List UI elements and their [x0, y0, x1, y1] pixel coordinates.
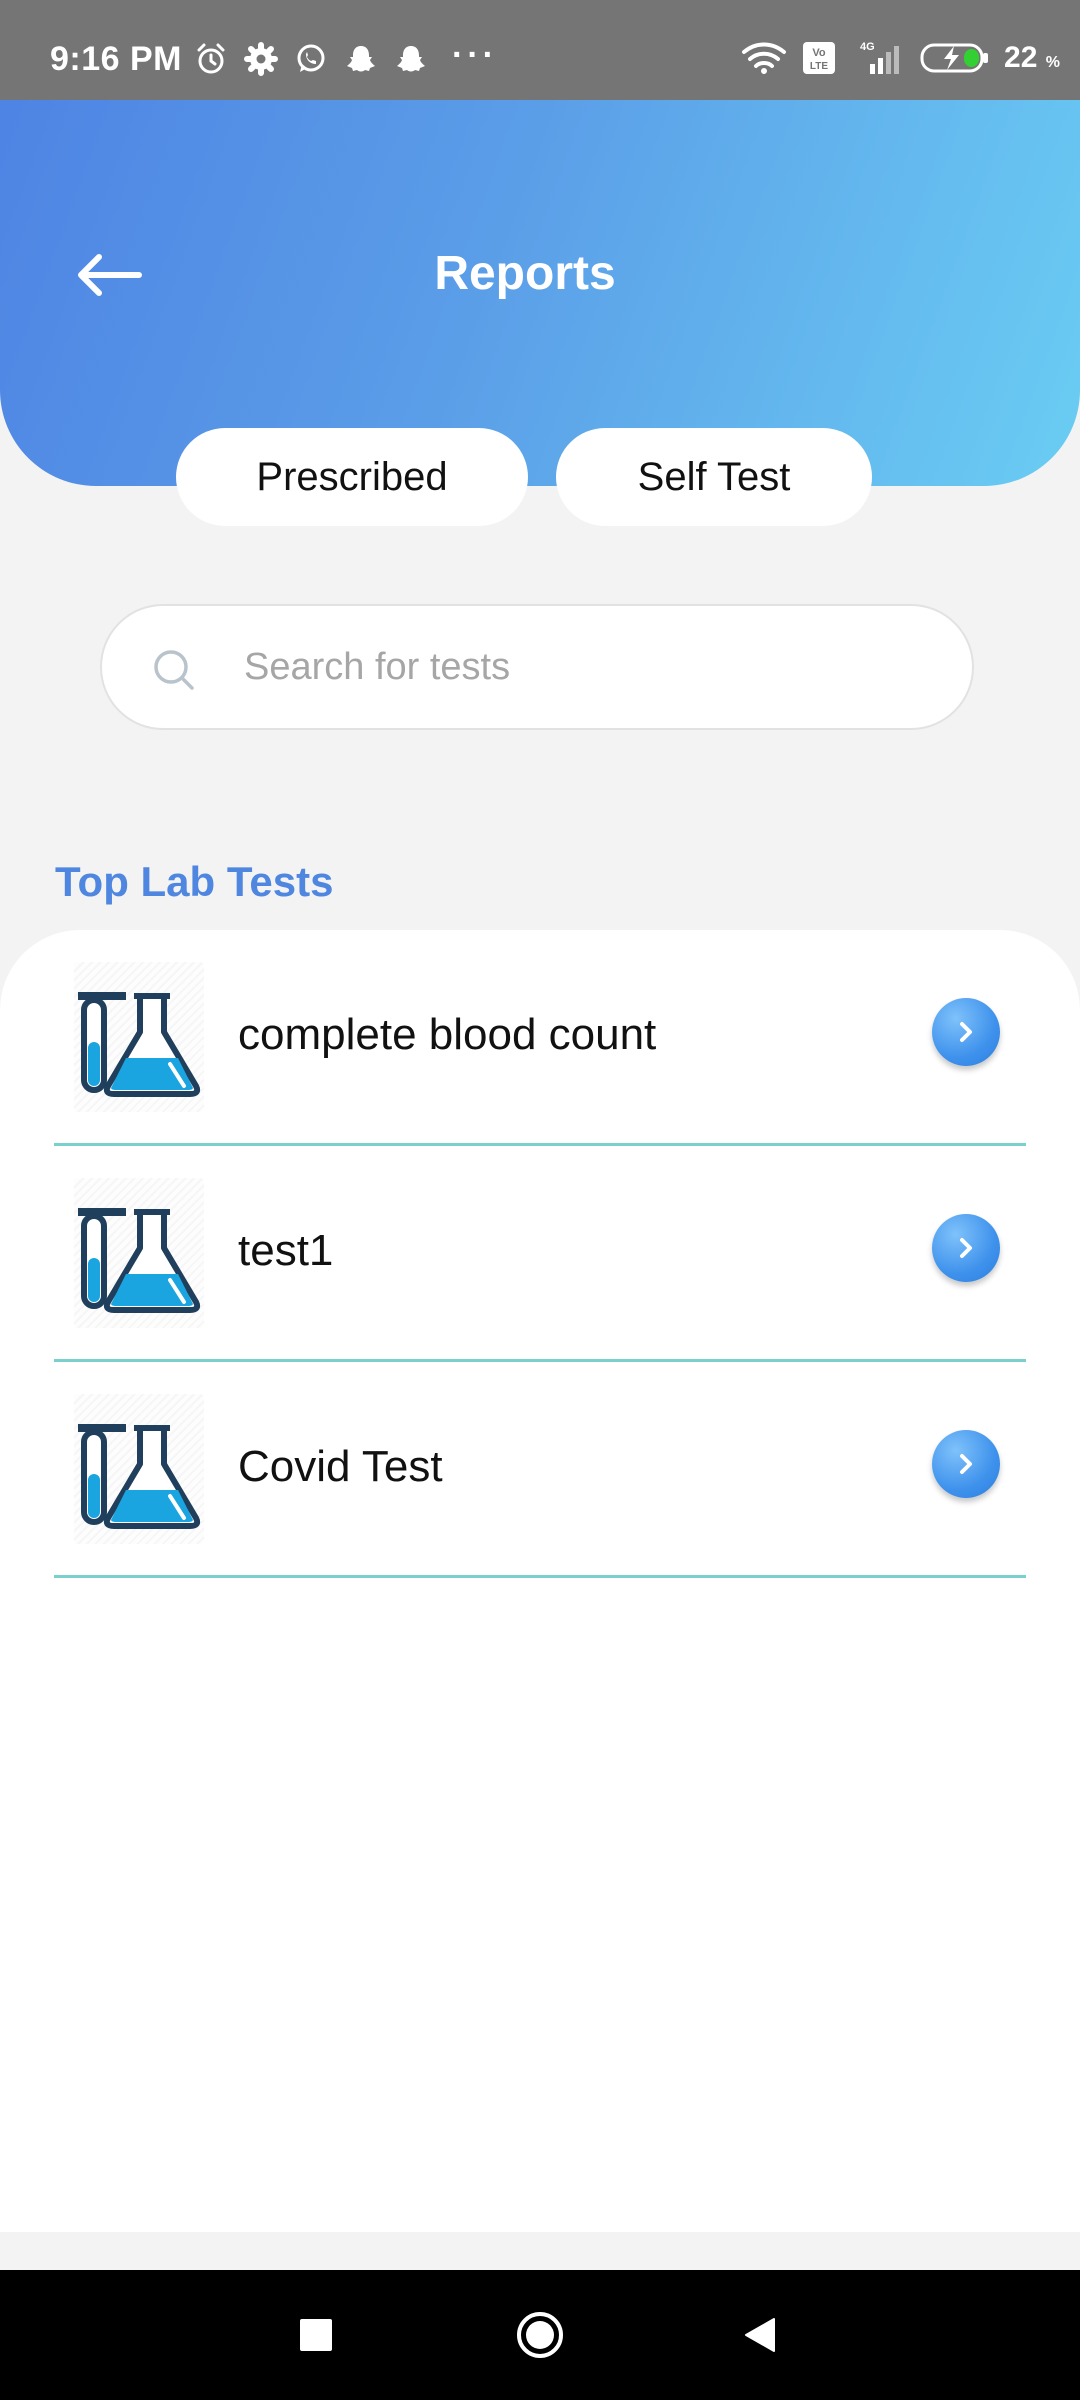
list-item-covid-test[interactable]: Covid Test — [54, 1362, 1026, 1578]
chevron-right-icon — [960, 1238, 972, 1258]
tab-self-test[interactable]: Self Test — [556, 428, 872, 526]
wifi-icon — [742, 42, 787, 74]
snapchat-icon — [347, 46, 375, 72]
search-icon — [154, 650, 194, 690]
lab-tests-list: complete blood count test1 Covid Test — [0, 930, 1080, 2232]
list-item-test1[interactable]: test1 — [54, 1146, 1026, 1362]
svg-text:4G: 4G — [860, 41, 875, 53]
tab-prescribed[interactable]: Prescribed — [176, 428, 528, 526]
signal-4g-icon: 4G — [860, 41, 900, 74]
home-button[interactable] — [500, 2270, 580, 2400]
lab-flask-icon — [74, 1178, 204, 1328]
more-notifications-icon: ··· — [452, 36, 498, 74]
notification-icons — [194, 42, 428, 76]
search-input[interactable] — [244, 634, 924, 700]
snapchat-icon-2 — [397, 46, 425, 72]
status-bar: 9:16 PM ··· Vo LTE 4G 22 % — [0, 0, 1080, 100]
battery-percent: 22 % — [1004, 41, 1060, 74]
system-back-button[interactable] — [720, 2270, 800, 2400]
chevron-right-icon — [960, 1454, 972, 1474]
test-name: complete blood count — [238, 1010, 657, 1059]
lab-flask-icon — [74, 1394, 204, 1544]
search-box[interactable] — [100, 604, 974, 730]
volte-icon: Vo LTE — [803, 42, 836, 74]
circle-home-icon — [517, 2312, 563, 2358]
svg-text:Vo: Vo — [812, 47, 826, 59]
recent-apps-button[interactable] — [276, 2270, 356, 2400]
lab-flask-icon — [74, 962, 204, 1112]
svg-text:LTE: LTE — [810, 61, 828, 72]
system-navigation-bar — [0, 2270, 1080, 2400]
chevron-right-icon — [960, 1022, 972, 1042]
triangle-back-icon — [745, 2318, 775, 2352]
settings-gear-icon — [244, 42, 278, 76]
system-icons: Vo LTE 4G 22 % — [740, 40, 1060, 76]
test-name: test1 — [238, 1226, 334, 1275]
whatsapp-icon — [297, 44, 325, 72]
section-title: Top Lab Tests — [55, 858, 334, 905]
alarm-icon — [197, 43, 225, 74]
page-title: Reports — [434, 247, 616, 300]
battery-charging-icon — [920, 43, 989, 73]
square-icon — [300, 2319, 332, 2351]
open-test-button[interactable] — [932, 1214, 1000, 1282]
open-test-button[interactable] — [932, 998, 1000, 1066]
list-item-complete-blood-count[interactable]: complete blood count — [54, 930, 1026, 1146]
test-name: Covid Test — [238, 1442, 443, 1491]
open-test-button[interactable] — [932, 1430, 1000, 1498]
status-time: 9:16 PM — [50, 40, 182, 78]
